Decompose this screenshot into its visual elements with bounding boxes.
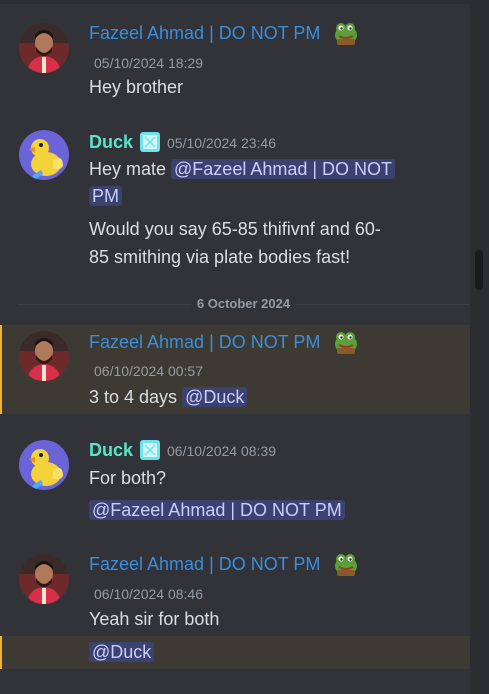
message-text: 85 smithing via plate bodies fast! <box>89 247 351 267</box>
mention-fazeel[interactable]: @Fazeel Ahmad | DO NOT <box>171 159 396 179</box>
pepe-frog-icon <box>333 330 357 354</box>
avatar-fazeel[interactable] <box>19 554 69 604</box>
verified-badge-icon <box>139 439 161 461</box>
date-divider: 6 October 2024 <box>17 294 470 314</box>
mention-duck[interactable]: @Duck <box>182 387 248 407</box>
message-text: Would you say 65-85 thifivnf and 60- <box>89 219 381 239</box>
mention-fazeel-cont[interactable]: PM <box>89 186 122 206</box>
timestamp: 06/10/2024 00:57 <box>94 363 203 379</box>
timestamp: 05/10/2024 23:46 <box>167 135 276 151</box>
message-5-continuation[interactable]: @Duck <box>0 636 470 669</box>
message-text: 3 to 4 days @Duck <box>89 384 248 411</box>
message-text-prefix: 3 to 4 days <box>89 387 183 407</box>
message-text: Hey brother <box>89 77 184 97</box>
avatar-duck[interactable] <box>19 130 69 180</box>
timestamp: 06/10/2024 08:39 <box>167 443 276 459</box>
message-5[interactable]: Fazeel Ahmad | DO NOT PM 06/10/2024 08:4… <box>0 540 470 635</box>
verified-badge-icon <box>139 131 161 153</box>
timestamp: 06/10/2024 08:46 <box>94 586 203 602</box>
message-text-prefix: Hey mate <box>89 159 172 179</box>
message-text: For both? <box>89 468 167 488</box>
mention-duck[interactable]: @Duck <box>89 642 155 662</box>
username-fazeel[interactable]: Fazeel Ahmad | DO NOT PM <box>89 331 320 353</box>
username-duck[interactable]: Duck <box>89 131 133 153</box>
avatar-fazeel[interactable] <box>19 331 69 381</box>
avatar-fazeel[interactable] <box>19 23 69 73</box>
scrollbar-track[interactable] <box>470 0 489 694</box>
avatar-duck[interactable] <box>19 440 69 490</box>
chat-log[interactable]: Fazeel Ahmad | DO NOT PM 05/10/2024 18:2… <box>0 0 470 694</box>
scrollbar-thumb[interactable] <box>475 250 483 290</box>
username-fazeel[interactable]: Fazeel Ahmad | DO NOT PM <box>89 553 320 575</box>
message-text: Hey mate @Fazeel Ahmad | DO NOT <box>89 156 396 183</box>
message-text: PM <box>89 183 122 210</box>
username-duck[interactable]: Duck <box>89 439 133 461</box>
message-1[interactable]: Fazeel Ahmad | DO NOT PM 05/10/2024 18:2… <box>0 0 470 110</box>
pepe-frog-icon <box>333 21 357 45</box>
username-fazeel[interactable]: Fazeel Ahmad | DO NOT PM <box>89 22 320 44</box>
message-4[interactable]: Duck 06/10/2024 08:39 For both? @Fazeel … <box>0 428 470 528</box>
message-3[interactable]: Fazeel Ahmad | DO NOT PM 06/10/2024 00:5… <box>0 325 470 414</box>
message-2[interactable]: Duck 05/10/2024 23:46 Hey mate @Fazeel A… <box>0 120 470 280</box>
message-text: @Duck <box>89 639 155 666</box>
timestamp: 05/10/2024 18:29 <box>94 55 203 71</box>
message-text: Yeah sir for both <box>89 609 220 629</box>
message-text: @Fazeel Ahmad | DO NOT PM <box>89 497 345 524</box>
divider-date: 6 October 2024 <box>190 294 297 314</box>
mention-fazeel[interactable]: @Fazeel Ahmad | DO NOT PM <box>89 500 345 520</box>
pepe-frog-icon <box>333 552 357 576</box>
